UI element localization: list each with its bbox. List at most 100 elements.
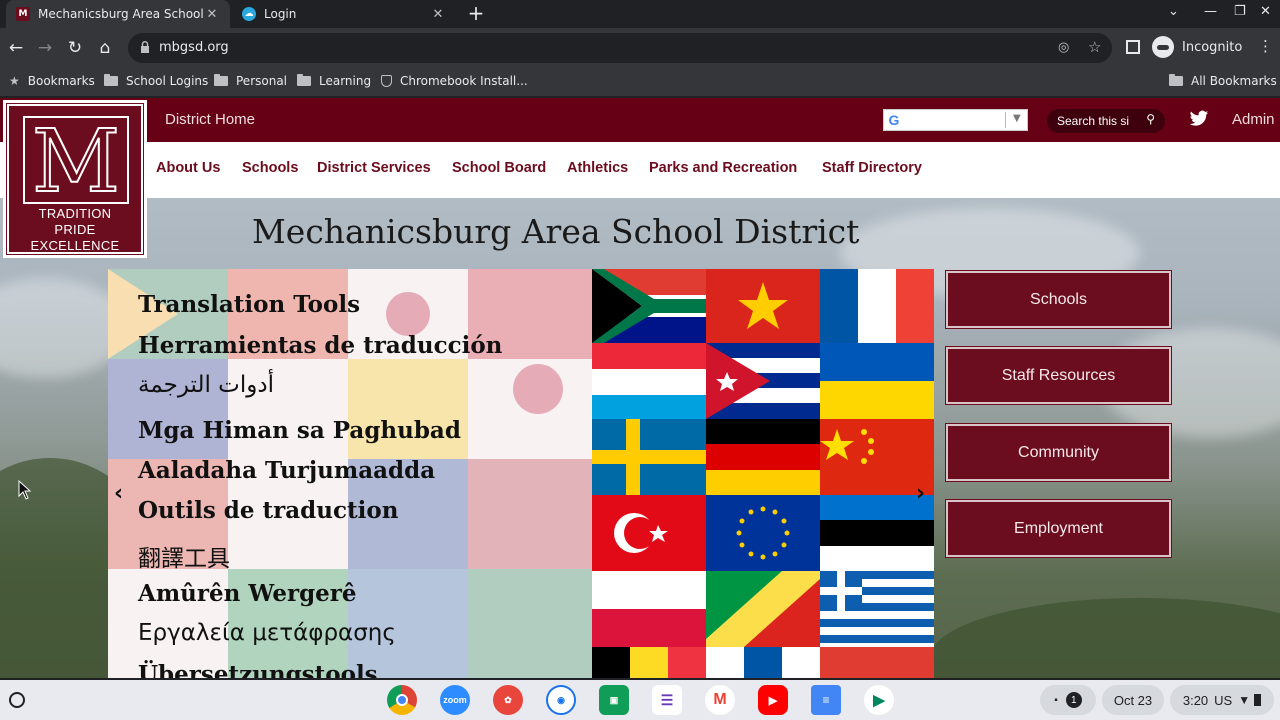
lock-icon <box>141 41 149 53</box>
mouse-cursor-icon <box>18 480 32 500</box>
cuba-flag <box>706 343 820 419</box>
chrome-icon[interactable] <box>387 685 417 715</box>
minimize-icon[interactable]: — <box>1204 4 1217 19</box>
launcher-icon[interactable] <box>9 692 25 708</box>
status-area[interactable]: 3:20 US ▼ <box>1170 685 1274 715</box>
nav-about-us[interactable]: About Us <box>156 160 220 176</box>
clock: 3:20 <box>1182 692 1209 708</box>
bookmark-label: Personal <box>236 74 288 88</box>
nav-district-services[interactable]: District Services <box>317 160 431 176</box>
quick-link-staff-resources[interactable]: Staff Resources <box>945 346 1172 405</box>
tab-title: Login <box>264 7 297 21</box>
tab-search-icon[interactable]: ⌄ <box>1168 4 1179 19</box>
close-tab-icon[interactable]: ✕ <box>430 7 446 22</box>
nav-staff-directory[interactable]: Staff Directory <box>822 160 922 176</box>
os-shelf: zoom ✿ ◉ ▣ ☰ M ▶ ≡ ▶ ▪ 1 Oct 23 3:20 US … <box>0 680 1280 720</box>
eu-flag <box>706 495 820 571</box>
chevron-down-icon: ▼ <box>1013 113 1021 124</box>
site-top-bar: District Home G ▼ Search this si ⚲ Admin <box>0 98 1280 142</box>
menu-icon[interactable]: ⋮ <box>1258 37 1273 55</box>
translation-slideshow[interactable]: Translation Tools Herramientas de traduc… <box>108 269 934 678</box>
district-home-link[interactable]: District Home <box>165 111 255 128</box>
slide-line-somali: Aaladaha Turjumaadda <box>138 457 436 484</box>
logo-motto-1: TRADITION <box>38 206 112 221</box>
twitter-icon[interactable] <box>1189 110 1209 128</box>
quick-link-community[interactable]: Community <box>945 423 1172 482</box>
notification-tray[interactable]: ▪ 1 <box>1040 685 1096 715</box>
slide-line-english: Translation Tools <box>138 291 361 318</box>
tab-login[interactable]: ☁ Login ✕ <box>232 0 456 28</box>
logo-letter: M <box>32 118 120 202</box>
side-panel-icon[interactable] <box>1126 40 1140 54</box>
quick-link-employment[interactable]: Employment <box>945 499 1172 558</box>
admin-link[interactable]: Admin <box>1232 111 1275 128</box>
forward-icon[interactable]: → <box>33 36 57 60</box>
screencastify-icon[interactable]: ◉ <box>546 685 576 715</box>
google-translate-select[interactable]: G ▼ <box>883 109 1028 131</box>
bookmark-personal[interactable]: Personal <box>214 74 287 88</box>
south-africa-flag <box>592 269 706 343</box>
slide-line-cebuano: Mga Himan sa Paghubad <box>138 417 461 444</box>
bookmark-bookmarks[interactable]: ★ Bookmarks <box>9 74 95 88</box>
tab-strip: M Mechanicsburg Area School Dis ✕ ☁ Logi… <box>0 0 1280 28</box>
logo-m-mark: M <box>31 111 121 213</box>
site-search-input[interactable]: Search this si ⚲ <box>1047 109 1165 133</box>
url-text: mbgsd.org <box>159 40 229 55</box>
district-logo[interactable]: M TRADITION PRIDE EXCELLENCE <box>3 100 147 258</box>
wifi-icon: ▼ <box>1238 693 1251 707</box>
forms-icon[interactable]: ☰ <box>652 685 682 715</box>
close-tab-icon[interactable]: ✕ <box>204 7 220 22</box>
slide-prev-button[interactable]: ‹ <box>114 481 123 506</box>
restore-icon[interactable]: ❐ <box>1234 4 1246 19</box>
bookmark-school-logins[interactable]: School Logins <box>104 74 208 88</box>
reload-icon[interactable]: ↻ <box>63 36 87 60</box>
date-pill[interactable]: Oct 23 <box>1102 685 1164 715</box>
ukraine-flag <box>820 343 934 419</box>
home-icon[interactable]: ⌂ <box>93 36 117 60</box>
canvas-icon[interactable]: ✿ <box>493 685 523 715</box>
greece-flag <box>820 571 934 647</box>
folder-icon <box>297 74 311 86</box>
zoom-icon[interactable]: zoom <box>440 685 470 715</box>
classroom-icon[interactable]: ▣ <box>599 685 629 715</box>
youtube-icon[interactable]: ▶ <box>758 685 788 715</box>
bookmarks-bar: ★ Bookmarks School Logins Personal Learn… <box>0 68 1280 96</box>
address-bar[interactable]: mbgsd.org ◎ ☆ <box>128 33 1112 63</box>
slide-line-spanish: Herramientas de traducción <box>138 332 503 359</box>
nav-schools[interactable]: Schools <box>242 160 298 176</box>
site-title: Mechanicsburg Area School District <box>252 212 860 251</box>
slide-line-kurdish: Amûrên Wergerê <box>138 580 357 607</box>
nav-school-board[interactable]: School Board <box>452 160 546 176</box>
select-divider <box>1005 112 1006 128</box>
tab-school-district[interactable]: M Mechanicsburg Area School Dis ✕ <box>6 0 230 28</box>
search-icon[interactable]: ⚲ <box>1146 112 1155 126</box>
nav-parks-and-recreation[interactable]: Parks and Recreation <box>649 160 797 176</box>
poland-flag <box>592 571 706 647</box>
bookmark-star-icon[interactable]: ☆ <box>1088 38 1101 56</box>
belgium-flag <box>592 647 706 678</box>
quick-link-schools[interactable]: Schools <box>945 270 1172 329</box>
all-bookmarks[interactable]: All Bookmarks <box>1169 74 1277 88</box>
eye-crossed-icon[interactable]: ◎ <box>1058 40 1069 55</box>
germany-flag <box>706 419 820 495</box>
folder-icon <box>1169 74 1183 86</box>
back-icon[interactable]: ← <box>4 36 28 60</box>
gmail-icon[interactable]: M <box>705 685 735 715</box>
star-icon: ★ <box>9 74 20 88</box>
battery-icon <box>1254 694 1262 706</box>
bookmark-label: Bookmarks <box>27 74 95 88</box>
congo-flag <box>706 571 820 647</box>
close-window-icon[interactable]: ✕ <box>1260 4 1271 19</box>
nav-athletics[interactable]: Athletics <box>567 160 628 176</box>
vietnam-flag <box>706 269 820 343</box>
slide-next-button[interactable]: › <box>916 481 925 506</box>
incognito-indicator[interactable]: Incognito <box>1152 36 1242 58</box>
docs-icon[interactable]: ≡ <box>811 685 841 715</box>
play-store-icon[interactable]: ▶ <box>864 685 894 715</box>
bookmark-label: School Logins <box>126 74 209 88</box>
new-tab-button[interactable]: + <box>466 2 486 24</box>
cloud-favicon: ☁ <box>242 7 256 21</box>
bookmark-learning[interactable]: Learning <box>297 74 371 88</box>
bookmark-chromebook-install[interactable]: Chromebook Install... <box>381 74 528 88</box>
slide-line-greek: Εργαλεία μετάφρασης <box>138 620 396 646</box>
